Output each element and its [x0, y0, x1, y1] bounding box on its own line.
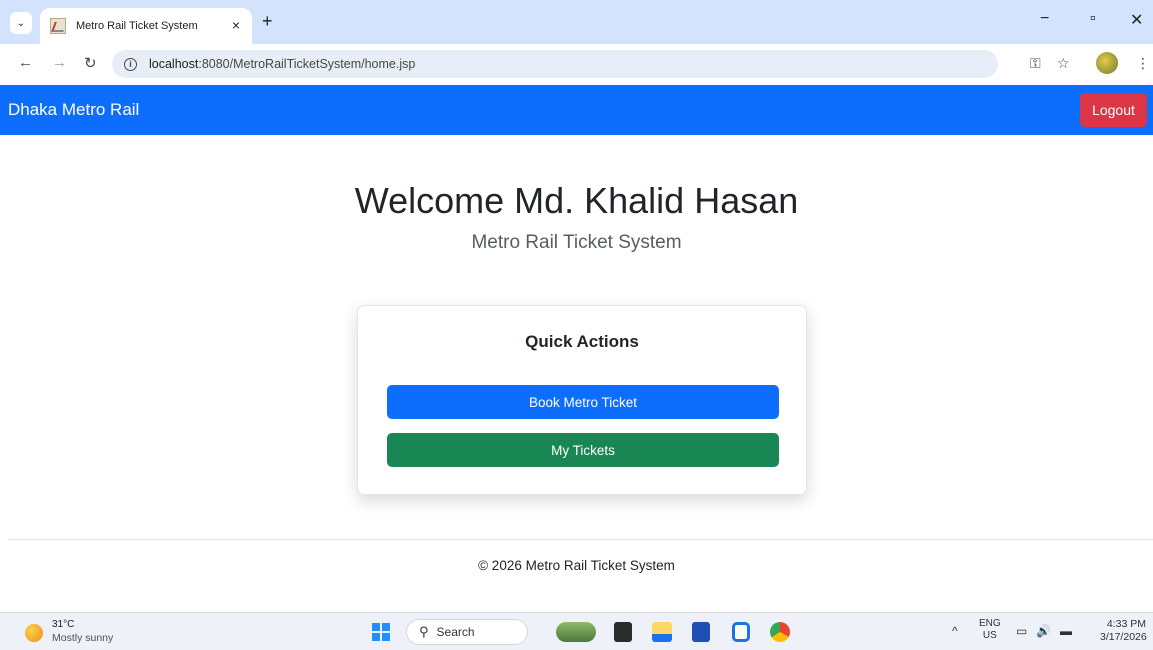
- restore-button[interactable]: ▫: [1090, 10, 1096, 28]
- browser-menu-icon[interactable]: ⋮: [1136, 55, 1150, 72]
- weather-description[interactable]: Mostly sunny: [52, 632, 113, 644]
- footer-text: © 2026 Metro Rail Ticket System: [478, 558, 675, 573]
- close-window-button[interactable]: ✕: [1130, 10, 1143, 30]
- welcome-heading: Welcome Md. Khalid Hasan: [354, 180, 799, 221]
- site-navbar: Dhaka Metro Rail: [0, 85, 1153, 135]
- quick-actions-title: Quick Actions: [525, 332, 639, 351]
- logout-button[interactable]: Logout: [1080, 93, 1147, 127]
- tray-chevron-up-icon[interactable]: ^: [952, 624, 958, 638]
- copilot-app-icon[interactable]: [732, 622, 750, 642]
- bookmark-star-icon[interactable]: ☆: [1057, 55, 1070, 72]
- windows-taskbar: 31°C Mostly sunny ⚲ Search ^ ENG US ▭ 🔊 …: [0, 612, 1153, 650]
- language-code: ENG: [979, 618, 1001, 629]
- network-icon[interactable]: ▭: [1016, 624, 1027, 638]
- quick-actions-card: Quick Actions Book Metro Ticket My Ticke…: [357, 305, 807, 495]
- volume-icon[interactable]: 🔊: [1036, 624, 1051, 638]
- tab-search-chevron-icon[interactable]: ⌄: [10, 12, 32, 34]
- password-key-icon[interactable]: ⚿: [1030, 55, 1041, 72]
- browser-tab-bar: ⌄ Metro Rail Ticket System × + − ▫ ✕: [0, 0, 1153, 44]
- taskbar-search-placeholder: Search: [436, 625, 475, 639]
- store-app-icon[interactable]: [692, 622, 710, 642]
- tab-title: Metro Rail Ticket System: [76, 20, 198, 32]
- tab-close-icon[interactable]: ×: [232, 17, 240, 33]
- file-explorer-icon[interactable]: [652, 622, 672, 642]
- profile-avatar[interactable]: [1096, 52, 1118, 74]
- battery-icon[interactable]: ▬: [1060, 624, 1072, 638]
- forward-icon[interactable]: →: [52, 54, 67, 71]
- url-host: localhost: [149, 57, 199, 71]
- address-bar-row: ← → ↻ i localhost:8080/MetroRailTicketSy…: [0, 44, 1153, 84]
- weather-sun-icon[interactable]: [25, 624, 43, 642]
- page-subtitle: Metro Rail Ticket System: [471, 232, 682, 253]
- language-region: US: [982, 630, 997, 641]
- widgets-app-icon[interactable]: [556, 622, 596, 642]
- url-input[interactable]: i localhost:8080/MetroRailTicketSystem/h…: [112, 50, 998, 78]
- book-metro-ticket-button[interactable]: Book Metro Ticket: [387, 385, 779, 419]
- url-path: :8080/MetroRailTicketSystem/home.jsp: [198, 57, 416, 71]
- footer-divider: [8, 539, 1153, 540]
- weather-temperature[interactable]: 31°C: [52, 619, 74, 630]
- clock-date: 3/17/2026: [1100, 631, 1147, 643]
- url-text: localhost:8080/MetroRailTicketSystem/hom…: [149, 57, 415, 71]
- search-icon: ⚲: [419, 624, 429, 639]
- site-favicon-icon: [50, 18, 66, 34]
- windows-start-icon[interactable]: [372, 623, 390, 641]
- navbar-brand[interactable]: Dhaka Metro Rail: [8, 100, 139, 120]
- system-clock[interactable]: 4:33 PM 3/17/2026: [1100, 618, 1147, 644]
- minimize-button[interactable]: −: [1040, 10, 1049, 28]
- task-view-icon[interactable]: [614, 622, 632, 642]
- browser-tab[interactable]: Metro Rail Ticket System ×: [40, 8, 252, 44]
- reload-icon[interactable]: ↻: [84, 54, 97, 72]
- language-indicator[interactable]: ENG US: [979, 618, 1001, 642]
- clock-time: 4:33 PM: [1106, 618, 1146, 630]
- taskbar-search-input[interactable]: ⚲ Search: [406, 619, 528, 645]
- back-icon[interactable]: ←: [18, 54, 33, 71]
- chrome-app-icon[interactable]: [770, 622, 790, 642]
- my-tickets-button[interactable]: My Tickets: [387, 433, 779, 467]
- site-info-icon[interactable]: i: [124, 57, 137, 71]
- new-tab-button[interactable]: +: [262, 12, 273, 30]
